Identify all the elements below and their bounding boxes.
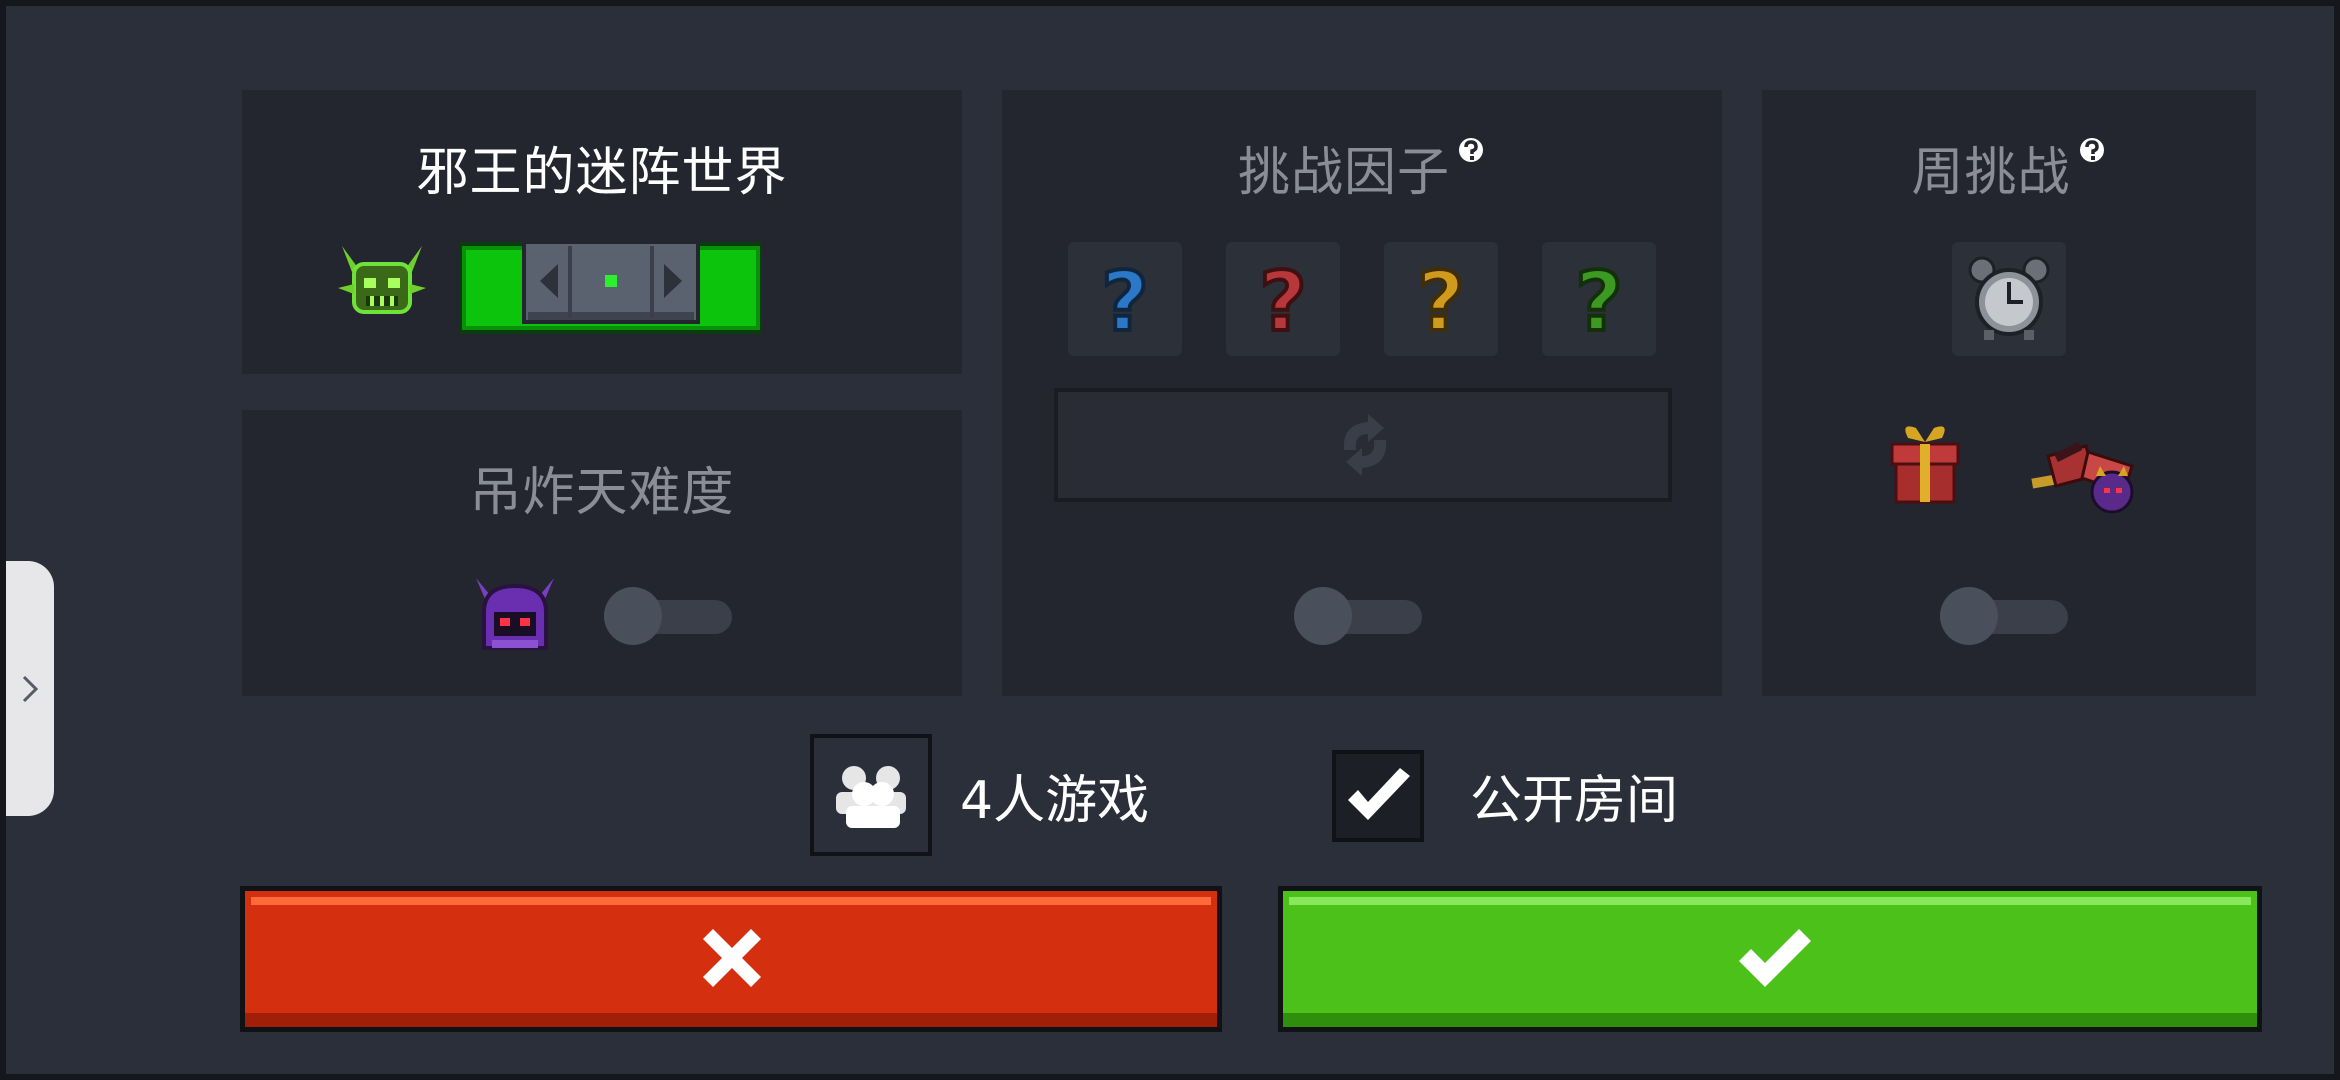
level-slider[interactable] xyxy=(458,240,764,334)
players-label: 4人游戏 xyxy=(960,771,1150,831)
checkmark-icon xyxy=(1342,762,1416,832)
challenge-slot-2[interactable]: ? xyxy=(1226,242,1340,356)
players-icon xyxy=(830,760,914,830)
dungeon-title: 邪王的迷阵世界 xyxy=(416,143,788,203)
question-mark-blue-icon: ? xyxy=(1101,255,1149,350)
alarm-clock-icon xyxy=(1966,254,2052,344)
toggle-knob xyxy=(1940,587,1998,645)
confirm-button-highlight xyxy=(1289,897,2251,905)
opened-gift-demon-icon xyxy=(2028,436,2152,520)
challenge-slot-3[interactable]: ? xyxy=(1384,242,1498,356)
challenge-slot-4[interactable]: ? xyxy=(1542,242,1656,356)
confirm-button-shade xyxy=(1283,1013,2257,1027)
public-room-checkbox[interactable] xyxy=(1332,750,1424,842)
weekly-panel: 周挑战 xyxy=(1762,90,2256,696)
confirm-button[interactable] xyxy=(1278,886,2262,1032)
help-icon[interactable] xyxy=(2077,122,2107,162)
close-icon xyxy=(695,921,769,995)
help-icon[interactable] xyxy=(1456,122,1486,162)
difficulty-toggle[interactable] xyxy=(604,587,734,645)
challenge-toggle[interactable] xyxy=(1294,587,1424,645)
weekly-toggle[interactable] xyxy=(1940,587,2070,645)
toggle-knob xyxy=(1294,587,1352,645)
weekly-title: 周挑战 xyxy=(1762,130,2256,205)
gift-box-icon xyxy=(1886,420,1964,506)
side-drawer-tab[interactable] xyxy=(6,561,54,816)
difficulty-title: 吊炸天难度 xyxy=(469,463,735,523)
question-mark-red-icon: ? xyxy=(1259,255,1307,350)
weekly-title-text: 周挑战 xyxy=(1911,143,2071,203)
challenge-title: 挑战因子 xyxy=(1002,130,1722,205)
cancel-button-shade xyxy=(245,1013,1217,1027)
cancel-button-highlight xyxy=(251,897,1211,905)
checkmark-icon xyxy=(1735,927,1815,991)
refresh-icon xyxy=(1328,410,1402,480)
purple-helmet-icon xyxy=(470,572,560,660)
challenge-slot-1[interactable]: ? xyxy=(1068,242,1182,356)
demon-skull-icon xyxy=(332,238,432,328)
toggle-knob xyxy=(604,587,662,645)
refresh-button[interactable] xyxy=(1054,388,1672,502)
weekly-slot[interactable] xyxy=(1952,242,2066,356)
cancel-button[interactable] xyxy=(240,886,1222,1032)
challenge-title-text: 挑战因子 xyxy=(1237,143,1450,203)
chevron-right-icon xyxy=(20,673,40,705)
dungeon-panel: 邪王的迷阵世界 xyxy=(242,90,962,374)
challenge-panel: 挑战因子 ? ? ? ? xyxy=(1002,90,1722,696)
question-mark-yellow-icon: ? xyxy=(1417,255,1465,350)
question-mark-green-icon: ? xyxy=(1575,255,1623,350)
game-setup-screen: 邪王的迷阵世界 吊炸天难度 挑战因子 ? ? ? ? 周挑战 4人游戏 公开房间 xyxy=(0,0,2340,1080)
difficulty-panel: 吊炸天难度 xyxy=(242,410,962,696)
public-room-label: 公开房间 xyxy=(1470,771,1679,831)
players-button[interactable] xyxy=(810,734,932,856)
